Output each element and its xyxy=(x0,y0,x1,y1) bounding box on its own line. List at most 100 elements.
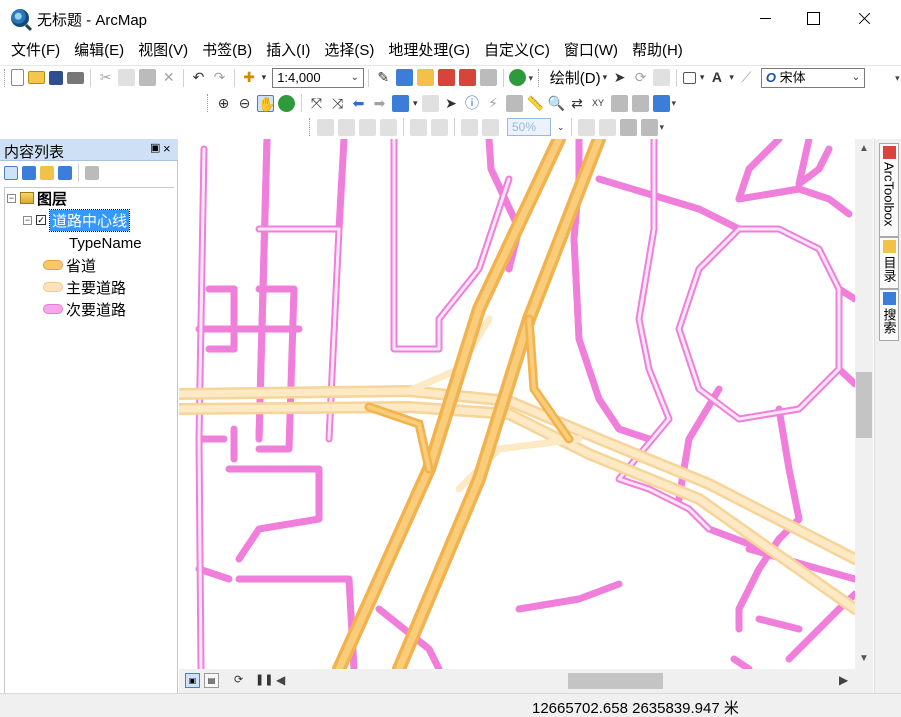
html-popup-icon[interactable] xyxy=(505,94,523,112)
data-driven-pages-icon[interactable] xyxy=(640,118,658,136)
full-extent-icon[interactable] xyxy=(278,94,295,112)
pan-icon[interactable]: ✋ xyxy=(257,94,275,112)
close-icon[interactable]: × xyxy=(163,141,171,156)
maximize-button[interactable] xyxy=(790,0,836,36)
legend-item[interactable]: 次要道路 xyxy=(43,299,126,319)
layout-view-icon[interactable]: ▤ xyxy=(204,673,219,688)
menu-selection[interactable]: 选择(S) xyxy=(317,38,381,64)
close-button[interactable] xyxy=(841,0,887,36)
refresh-icon[interactable]: ⟳ xyxy=(234,673,243,686)
menu-geoprocessing[interactable]: 地理处理(G) xyxy=(381,38,477,64)
layer-name[interactable]: 道路中心线 xyxy=(48,208,131,232)
arctoolbox-window-icon[interactable] xyxy=(458,69,476,86)
toolbar-overflow-icon[interactable]: ▾ xyxy=(895,71,901,85)
fixed-zoom-out-layout-icon[interactable] xyxy=(431,118,448,136)
chevron-down-icon[interactable]: ⌄ xyxy=(557,122,565,133)
layout-pan-icon[interactable] xyxy=(359,118,376,136)
menu-windows[interactable]: 窗口(W) xyxy=(557,38,625,64)
toolbar-grip[interactable] xyxy=(538,68,540,87)
toolbar-overflow-icon[interactable]: ▾ xyxy=(672,96,680,110)
scrollbar-thumb[interactable] xyxy=(856,372,872,438)
menu-edit[interactable]: 编辑(E) xyxy=(67,38,131,64)
save-icon[interactable] xyxy=(49,70,64,85)
collapse-icon[interactable]: − xyxy=(23,215,32,225)
go-to-xy-icon[interactable]: XY xyxy=(590,95,607,112)
layout-forward-icon[interactable] xyxy=(482,118,499,136)
legend-item[interactable]: 主要道路 xyxy=(43,277,126,297)
menu-insert[interactable]: 插入(I) xyxy=(259,38,317,64)
font-select[interactable]: O 宋体 ⌄ xyxy=(760,67,866,88)
edit-vertices-icon[interactable]: ⟋ xyxy=(738,69,755,86)
hyperlink-icon[interactable]: ⚡ xyxy=(485,95,502,112)
chevron-down-icon[interactable]: ▾ xyxy=(262,72,267,83)
layout-full-page-icon[interactable] xyxy=(380,118,397,136)
select-features-icon[interactable] xyxy=(392,94,409,112)
list-by-source-icon[interactable] xyxy=(22,166,36,180)
horizontal-scrollbar-thumb[interactable] xyxy=(568,673,663,689)
layout-zoom-select[interactable]: 50% xyxy=(507,118,551,136)
paste-icon[interactable] xyxy=(139,69,157,86)
find-icon[interactable]: 🔍 xyxy=(548,95,565,112)
catalog-tab[interactable]: 目录 xyxy=(879,237,899,289)
arctoolbox-tab[interactable]: ArcToolbox xyxy=(879,143,899,237)
list-by-visibility-icon[interactable] xyxy=(40,166,54,180)
new-document-icon[interactable] xyxy=(11,69,25,86)
print-icon[interactable] xyxy=(67,71,85,84)
pin-icon[interactable]: ▣ xyxy=(150,141,160,154)
toc-options-icon[interactable] xyxy=(85,166,99,180)
list-by-drawing-order-icon[interactable] xyxy=(4,166,18,180)
chevron-down-icon[interactable]: ▾ xyxy=(700,72,705,83)
redo-icon[interactable]: ↷ xyxy=(211,69,228,86)
search-tab[interactable]: 搜索 xyxy=(879,289,899,341)
layers-row[interactable]: − 图层 xyxy=(7,188,67,208)
identify-icon[interactable]: ⓘ xyxy=(464,95,481,112)
delete-icon[interactable]: ✕ xyxy=(160,69,177,86)
data-view-icon[interactable]: ▣ xyxy=(185,673,200,688)
toolbar-overflow-icon[interactable]: ▾ xyxy=(528,71,534,85)
magnifier-window-icon[interactable] xyxy=(652,94,670,112)
map-vertical-scrollbar[interactable]: ▲ ▼ xyxy=(855,139,873,669)
map-display[interactable] xyxy=(179,139,855,669)
measure-icon[interactable]: 📏 xyxy=(527,95,544,112)
toolbar-grip[interactable] xyxy=(4,68,6,87)
toolbar-overflow-icon[interactable]: ▾ xyxy=(660,120,668,134)
fixed-zoom-in-icon[interactable]: ⤧ xyxy=(308,95,325,112)
layout-zoom-out-icon[interactable] xyxy=(338,118,355,136)
viewer-window-icon[interactable] xyxy=(631,94,649,112)
map-scale-select[interactable]: 1:4,000 ⌄ xyxy=(272,67,364,88)
chevron-down-icon[interactable]: ▾ xyxy=(729,72,734,83)
legend-item[interactable]: 省道 xyxy=(43,255,96,275)
minimize-button[interactable] xyxy=(742,0,788,36)
search-window-icon[interactable] xyxy=(437,69,455,86)
open-folder-icon[interactable] xyxy=(28,71,46,84)
undo-icon[interactable]: ↶ xyxy=(190,69,207,86)
menu-view[interactable]: 视图(V) xyxy=(131,38,195,64)
model-builder-icon[interactable] xyxy=(509,69,527,86)
zoom-in-icon[interactable]: ⊕ xyxy=(215,95,232,112)
table-of-contents-icon[interactable] xyxy=(395,69,413,86)
menu-bookmarks[interactable]: 书签(B) xyxy=(195,38,259,64)
layout-zoom-in-icon[interactable] xyxy=(317,118,334,136)
forward-extent-icon[interactable]: ➡ xyxy=(371,95,388,112)
time-slider-icon[interactable] xyxy=(610,94,628,112)
cut-icon[interactable]: ✂ xyxy=(97,69,114,86)
layer-visibility-checkbox[interactable]: ✓ xyxy=(36,215,46,225)
select-elements-arrow-icon[interactable]: ➤ xyxy=(443,95,460,112)
copy-icon[interactable] xyxy=(118,69,136,86)
collapse-icon[interactable]: − xyxy=(7,193,16,203)
rectangle-icon[interactable] xyxy=(682,71,696,84)
clear-selection-icon[interactable] xyxy=(421,94,439,112)
change-layout-icon[interactable] xyxy=(619,118,637,136)
drawing-menu[interactable]: 绘制(D) xyxy=(550,67,601,88)
scroll-up-icon[interactable]: ▲ xyxy=(859,143,869,154)
scroll-down-icon[interactable]: ▼ xyxy=(859,653,869,664)
catalog-window-icon[interactable] xyxy=(416,69,434,86)
menu-customize[interactable]: 自定义(C) xyxy=(477,38,557,64)
scroll-right-icon[interactable]: ▶ xyxy=(839,673,848,687)
layer-row[interactable]: − ✓ 道路中心线 xyxy=(23,208,131,232)
toolbar-grip[interactable] xyxy=(207,94,210,112)
text-tool-icon[interactable]: A xyxy=(708,69,725,86)
focus-data-frame-icon[interactable] xyxy=(598,118,616,136)
fixed-zoom-in-layout-icon[interactable] xyxy=(410,118,427,136)
rotate-icon[interactable]: ⟳ xyxy=(632,69,649,86)
